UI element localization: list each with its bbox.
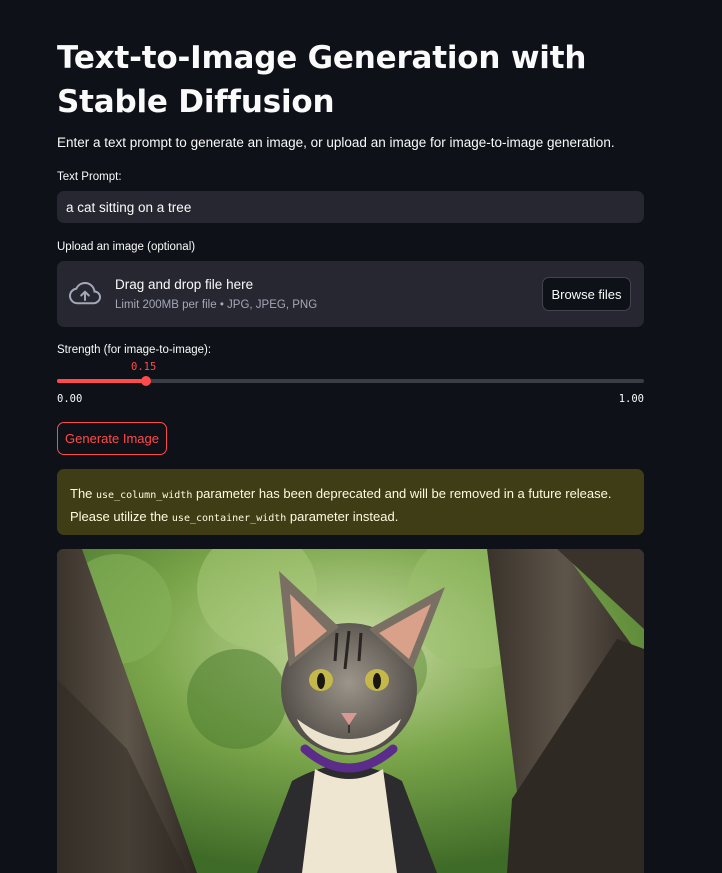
slider-min-label: 0.00: [57, 393, 83, 405]
strength-label: Strength (for image-to-image):: [57, 344, 212, 356]
file-uploader-dropzone[interactable]: Drag and drop file here Limit 200MB per …: [57, 261, 644, 327]
page-title: Text-to-Image Generation with Stable Dif…: [57, 36, 597, 124]
generate-image-button[interactable]: Generate Image: [57, 422, 167, 455]
prompt-input[interactable]: [57, 191, 644, 223]
strength-slider[interactable]: 0.15 0.00 1.00: [57, 360, 644, 408]
page-title-line-2: Stable Diffusion: [57, 84, 335, 120]
generated-image: [57, 549, 644, 873]
slider-fill: [57, 379, 145, 383]
slider-value: 0.15: [131, 361, 157, 373]
page-scrollbar[interactable]: [713, 0, 719, 873]
deprecation-warning: The use_column_width parameter has been …: [57, 469, 644, 535]
dropzone-limit: Limit 200MB per file • JPG, JPEG, PNG: [115, 299, 318, 311]
cloud-upload-icon: [69, 281, 101, 305]
browse-files-button[interactable]: Browse files: [542, 277, 631, 311]
warning-text: parameter instead.: [286, 509, 399, 524]
warning-code: use_container_width: [171, 513, 287, 524]
intro-text: Enter a text prompt to generate an image…: [57, 135, 615, 150]
cat-image: [57, 549, 644, 873]
dropzone-title: Drag and drop file here: [115, 277, 254, 292]
slider-max-label: 1.00: [618, 393, 644, 405]
upload-label: Upload an image (optional): [57, 241, 196, 253]
warning-code: use_column_width: [96, 490, 193, 501]
page-title-line-1: Text-to-Image Generation with: [57, 40, 587, 76]
prompt-label: Text Prompt:: [57, 171, 122, 183]
slider-thumb[interactable]: [141, 376, 151, 386]
warning-text: The: [70, 486, 97, 501]
